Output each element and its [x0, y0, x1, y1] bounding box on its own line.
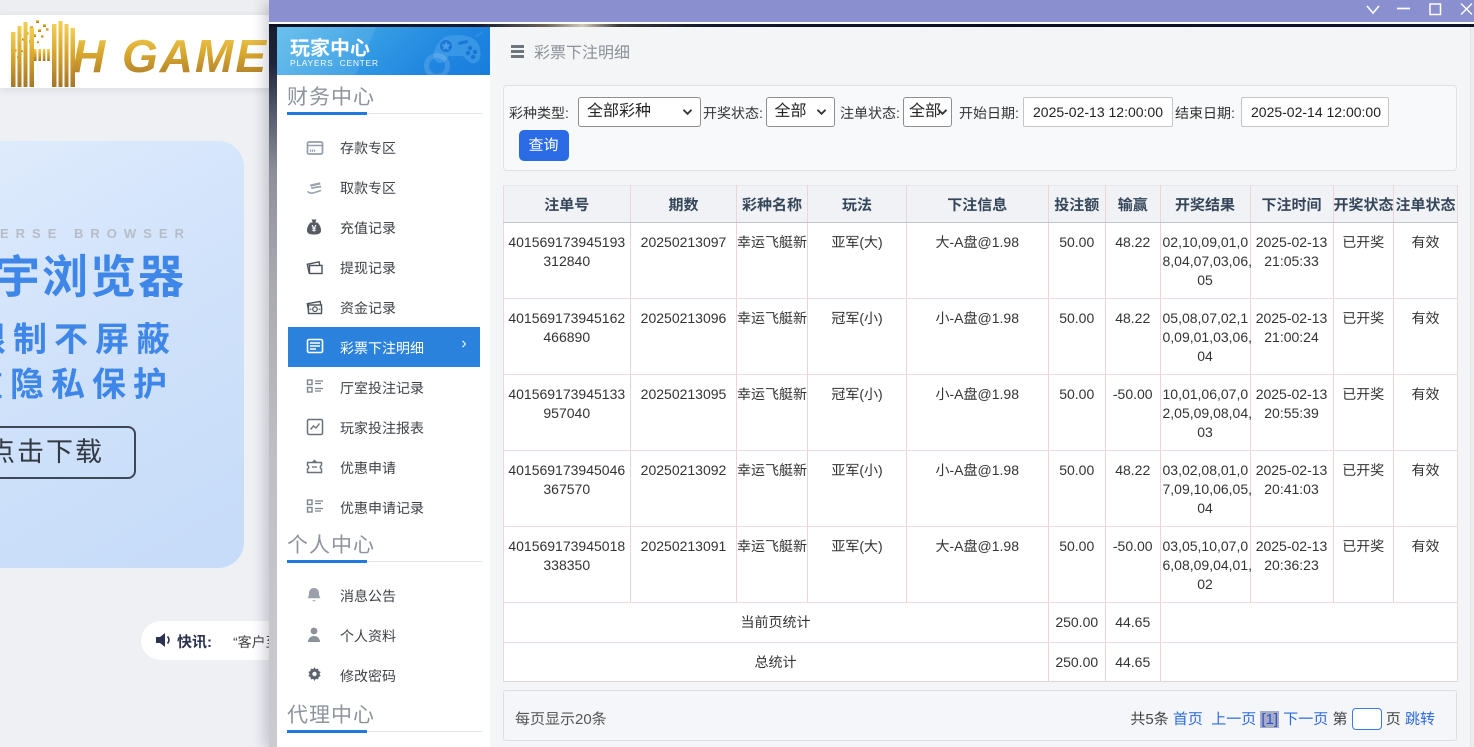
svg-text:¥: ¥: [311, 224, 316, 234]
svg-text:H GAME: H GAME: [72, 30, 268, 82]
